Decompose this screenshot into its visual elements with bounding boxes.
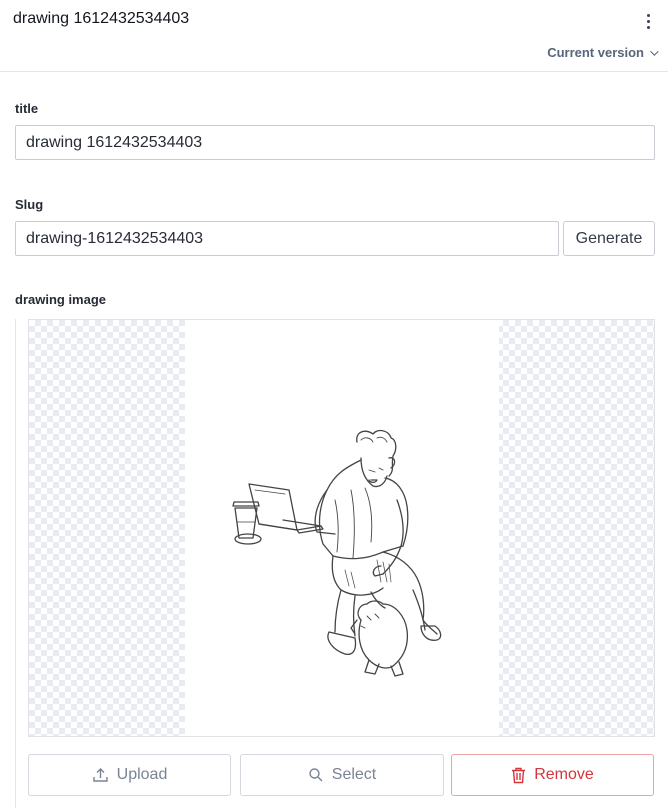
image-preview — [28, 319, 655, 737]
upload-icon — [92, 768, 108, 782]
upload-button[interactable]: Upload — [28, 754, 231, 796]
trash-icon — [512, 767, 526, 783]
select-label: Select — [331, 766, 377, 783]
title-input[interactable] — [15, 125, 655, 160]
chevron-down-icon — [650, 46, 659, 56]
document-header: drawing 1612432534403 Current version — [0, 0, 668, 72]
search-icon — [309, 768, 323, 782]
slug-field-label: Slug — [15, 197, 44, 212]
title-field-label: title — [15, 101, 39, 116]
version-label: Current version — [547, 45, 644, 60]
field-group-divider — [15, 319, 16, 808]
more-vertical-icon[interactable] — [638, 9, 658, 33]
version-dropdown[interactable]: Current version — [547, 45, 659, 60]
select-button[interactable]: Select — [240, 754, 444, 796]
remove-button[interactable]: Remove — [451, 754, 654, 796]
generate-slug-button[interactable]: Generate — [563, 221, 655, 256]
drawing-image — [185, 320, 499, 736]
slug-input[interactable] — [15, 221, 559, 256]
document-title: drawing 1612432534403 — [13, 10, 190, 27]
image-field-label: drawing image — [15, 292, 107, 307]
remove-label: Remove — [534, 766, 594, 783]
drawing-sketch — [232, 429, 442, 677]
upload-label: Upload — [116, 766, 168, 783]
